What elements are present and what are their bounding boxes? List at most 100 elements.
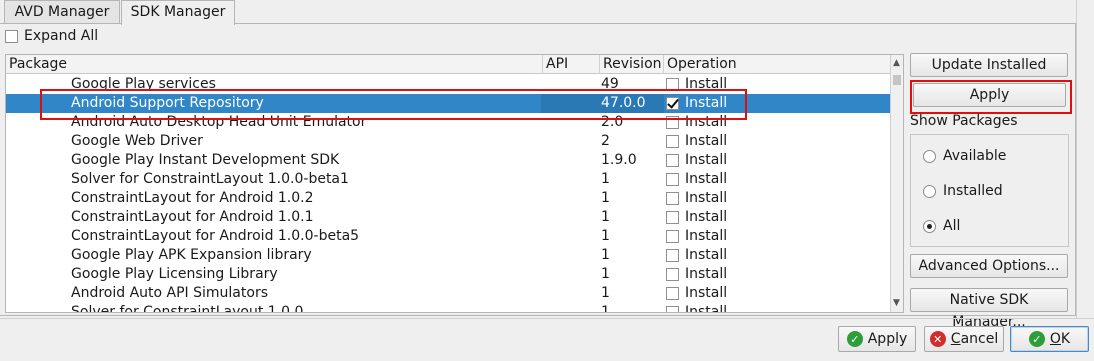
revision: 1 <box>601 285 610 301</box>
filter-all[interactable]: All <box>923 218 960 234</box>
revision: 1 <box>601 304 610 313</box>
revision: 2 <box>601 133 610 149</box>
column-header-revision[interactable]: Revision <box>600 55 664 74</box>
cancel-icon: ✕ <box>929 331 946 347</box>
install-checkbox[interactable] <box>666 78 679 91</box>
filter-installed[interactable]: Installed <box>923 183 1003 199</box>
dialog-ok-label: OK <box>1049 331 1071 347</box>
operation-cell[interactable]: Install <box>666 113 727 132</box>
dialog-cancel-label: Cancel <box>950 331 999 347</box>
table-row[interactable]: Google Web Driver 2 Install <box>6 132 891 151</box>
divider <box>0 318 1094 319</box>
expand-all-checkbox[interactable]: Expand All <box>5 28 98 44</box>
check-icon: ✓ <box>846 331 863 347</box>
show-packages-label: Show Packages <box>910 113 1018 129</box>
table-row[interactable]: Android Auto Desktop Head Unit Emulator 2… <box>6 113 891 132</box>
package-name: Google Play services <box>71 76 216 92</box>
table-row[interactable]: ConstraintLayout for Android 1.0.1 1 Insta… <box>6 208 891 227</box>
dialog-apply-button[interactable]: ✓ Apply <box>838 326 916 352</box>
revision: 1 <box>601 190 610 206</box>
table-row[interactable]: Solver for ConstraintLayout 1.0.0-beta1 1… <box>6 170 891 189</box>
operation-label: Install <box>685 95 728 111</box>
check-icon: ✓ <box>1028 331 1045 347</box>
operation-label: Install <box>685 304 728 313</box>
install-checkbox[interactable] <box>666 192 679 205</box>
operation-cell[interactable]: Install <box>666 227 727 246</box>
advanced-options-button[interactable]: Advanced Options... <box>910 254 1068 278</box>
filter-label: Available <box>943 148 1007 164</box>
filter-available[interactable]: Available <box>923 148 1006 164</box>
dialog-cancel-button[interactable]: ✕ Cancel <box>924 326 1004 352</box>
radio-selected-icon[interactable] <box>923 219 936 233</box>
table-row[interactable]: ConstraintLayout for Android 1.0.0-beta5… <box>6 227 891 246</box>
native-sdk-manager-button[interactable]: Native SDK Manager... <box>910 288 1068 330</box>
package-table[interactable]: Package API Revision Operation Google Pl… <box>5 54 904 313</box>
operation-cell[interactable]: Install <box>666 189 727 208</box>
window-edge <box>1076 0 1094 318</box>
table-header: Package API Revision Operation <box>6 55 891 74</box>
package-name: Google Web Driver <box>71 133 203 149</box>
radio-icon[interactable] <box>923 184 936 198</box>
package-name: ConstraintLayout for Android 1.0.2 <box>71 190 314 206</box>
table-row[interactable]: Solver for ConstraintLayout 1.0.0 1 Instal… <box>6 303 891 313</box>
operation-label: Install <box>685 266 728 282</box>
operation-cell[interactable]: Install <box>666 75 727 94</box>
scroll-down-icon[interactable]: ▼ <box>893 299 900 308</box>
table-row[interactable]: Google Play Instant Development SDK 1.9.0… <box>6 151 891 170</box>
revision: 1 <box>601 266 610 282</box>
install-checkbox[interactable] <box>666 230 679 243</box>
vertical-scrollbar[interactable]: ▲ ▼ <box>890 55 903 312</box>
package-name: ConstraintLayout for Android 1.0.0-beta5 <box>71 228 360 244</box>
install-checkbox[interactable] <box>666 211 679 224</box>
operation-cell[interactable]: Install <box>666 303 728 313</box>
column-header-operation[interactable]: Operation <box>664 55 891 74</box>
install-checkbox[interactable] <box>666 306 679 312</box>
tab-avd-manager[interactable]: AVD Manager <box>4 0 120 24</box>
package-name: Android Auto Desktop Head Unit Emulator <box>71 114 367 130</box>
table-row[interactable]: Google Play APK Expansion library 1 Instal… <box>6 246 891 265</box>
filter-label: All <box>943 218 961 234</box>
install-checkbox[interactable] <box>666 116 679 129</box>
tab-sdk-manager[interactable]: SDK Manager <box>121 0 235 25</box>
revision: 1.9.0 <box>601 152 637 168</box>
install-checkbox[interactable] <box>666 154 679 167</box>
operation-cell[interactable]: Install <box>666 170 727 189</box>
scroll-thumb[interactable] <box>893 75 901 85</box>
table-row[interactable]: Google Play Licensing Library 1 Install <box>6 265 891 284</box>
operation-cell[interactable]: Install <box>666 246 727 265</box>
tab-label: SDK Manager <box>130 4 226 20</box>
operation-cell[interactable]: Install <box>666 284 727 303</box>
install-checkbox[interactable] <box>666 249 679 262</box>
dialog-ok-button[interactable]: ✓ OK <box>1010 326 1089 352</box>
operation-cell[interactable]: Install <box>666 151 727 170</box>
install-checkbox[interactable] <box>666 268 679 281</box>
operation-label: Install <box>685 190 728 206</box>
table-row[interactable]: Android Auto API Simulators 1 Install <box>6 284 891 303</box>
operation-cell[interactable]: Install <box>666 132 727 151</box>
revision: 1 <box>601 228 610 244</box>
table-row[interactable]: Android Support Repository 47.0.0 Install <box>6 94 891 113</box>
table-row[interactable]: Google Play services 49 Install <box>6 75 891 94</box>
install-checkbox[interactable] <box>666 135 679 148</box>
operation-cell[interactable]: Install <box>666 208 727 227</box>
update-installed-button[interactable]: Update Installed <box>910 53 1068 77</box>
install-checkbox[interactable] <box>666 287 679 300</box>
package-name: ConstraintLayout for Android 1.0.1 <box>71 209 314 225</box>
dialog-apply-label: Apply <box>867 331 908 347</box>
checkbox-icon[interactable] <box>5 29 18 43</box>
package-name: Solver for ConstraintLayout 1.0.0 <box>71 304 304 313</box>
operation-label: Install <box>685 228 728 244</box>
install-checkbox-checked[interactable] <box>666 97 679 110</box>
revision: 1 <box>601 171 610 187</box>
operation-cell[interactable]: Install <box>666 94 727 113</box>
column-header-package[interactable]: Package <box>6 55 543 74</box>
expand-all-label: Expand All <box>24 28 99 44</box>
apply-button[interactable]: Apply <box>913 83 1066 107</box>
table-row[interactable]: ConstraintLayout for Android 1.0.2 1 Insta… <box>6 189 891 208</box>
install-checkbox[interactable] <box>666 173 679 186</box>
radio-icon[interactable] <box>923 149 936 163</box>
operation-cell[interactable]: Install <box>666 265 727 284</box>
scroll-up-icon[interactable]: ▲ <box>893 59 900 68</box>
column-header-api[interactable]: API <box>543 55 600 74</box>
revision: 1 <box>601 247 610 263</box>
